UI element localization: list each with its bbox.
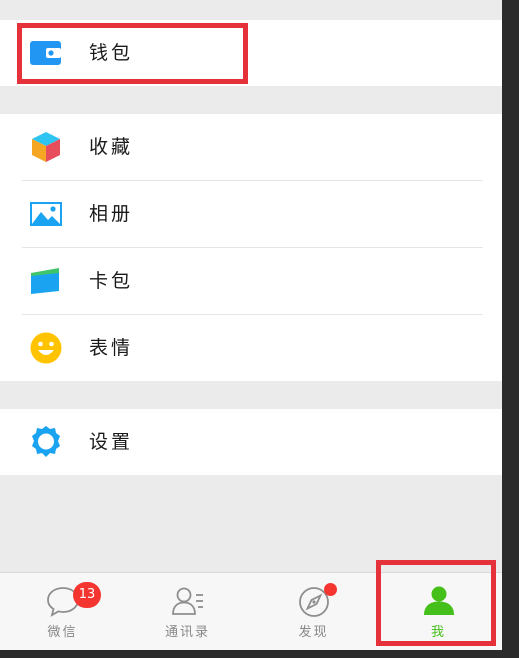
gear-icon xyxy=(29,425,63,459)
tab-chats-label: 微信 xyxy=(47,625,78,640)
new-moments-dot xyxy=(324,583,337,596)
menu-item-stickers[interactable]: 表情 xyxy=(0,315,502,381)
unread-badge: 13 xyxy=(73,582,101,608)
menu-item-cards-label: 卡包 xyxy=(89,270,134,292)
smiley-icon xyxy=(29,331,63,365)
window-edge xyxy=(0,650,519,658)
menu-item-settings[interactable]: 设置 xyxy=(0,409,502,475)
menu-item-album[interactable]: 相册 xyxy=(0,181,502,247)
highlight-box-wallet xyxy=(17,23,248,84)
tab-contacts-label: 通讯录 xyxy=(164,625,210,640)
me-screen: 钱包 收藏 相册 卡包 表情 设置 13 微信 通讯录 发现 我 xyxy=(0,0,502,650)
menu-item-cards[interactable]: 卡包 xyxy=(0,248,502,314)
menu-item-stickers-label: 表情 xyxy=(89,337,134,359)
menu-item-album-label: 相册 xyxy=(89,203,134,225)
menu-item-settings-label: 设置 xyxy=(89,431,134,453)
picture-icon xyxy=(29,197,63,231)
tab-chats[interactable]: 13 微信 xyxy=(0,573,125,650)
menu-item-favorites-label: 收藏 xyxy=(89,136,134,158)
tab-contacts[interactable]: 通讯录 xyxy=(125,573,250,650)
tab-discover-label: 发现 xyxy=(298,625,329,640)
contacts-icon xyxy=(170,583,206,619)
card-icon xyxy=(29,264,63,298)
window-edge xyxy=(502,0,519,658)
features-group: 收藏 相册 卡包 表情 xyxy=(0,114,502,381)
cube-icon xyxy=(29,130,63,164)
tab-discover[interactable]: 发现 xyxy=(251,573,376,650)
menu-item-favorites[interactable]: 收藏 xyxy=(0,114,502,180)
settings-group: 设置 xyxy=(0,409,502,475)
highlight-box-me-tab xyxy=(376,560,496,646)
